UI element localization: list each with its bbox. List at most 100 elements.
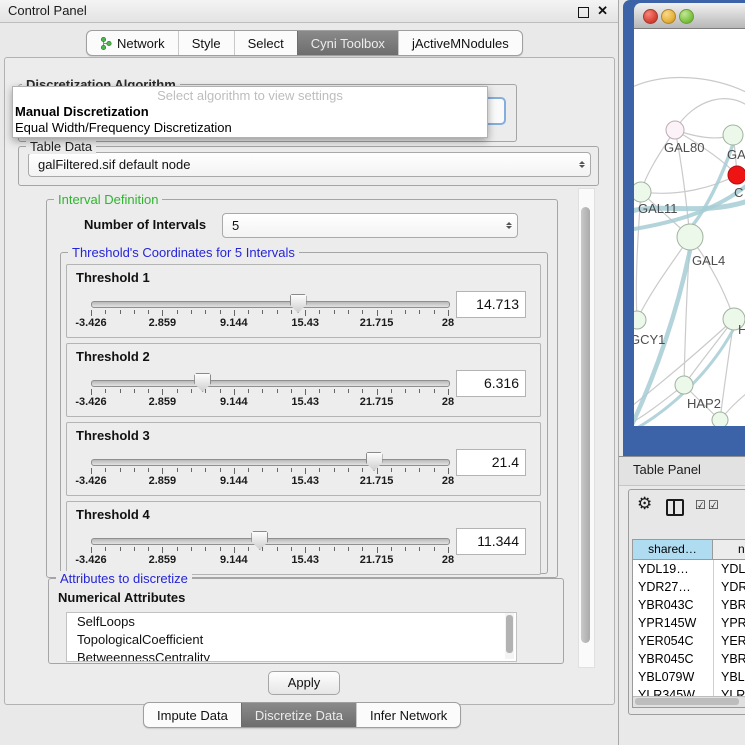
threshold-panel-threshold-2: Threshold 2-3.4262.8599.14415.4321.71528…	[66, 343, 541, 417]
number-of-intervals-label: Number of Intervals	[84, 217, 206, 232]
network-window-titlebar[interactable]	[634, 3, 745, 29]
table-row[interactable]: YBR043C YBR0	[633, 596, 745, 614]
checkbox-icon[interactable]: ☑	[695, 498, 706, 512]
tab-select[interactable]: Select	[234, 31, 297, 55]
network-node[interactable]	[712, 412, 728, 426]
slider-ticks	[91, 389, 448, 396]
tab-discretize-data[interactable]: Discretize Data	[241, 703, 356, 727]
network-node-label: GAL11	[638, 201, 678, 216]
cell-shared-name: YER054C	[638, 632, 694, 650]
popup-placeholder: Select algorithm to view settings	[13, 87, 487, 104]
tab-label: Select	[248, 36, 284, 51]
network-node-hap2[interactable]	[675, 376, 693, 394]
control-panel-titlebar: Control Panel ✕	[0, 0, 618, 23]
node-table: shared… na YDL19…YDL1YDR27…YDR2YBR043CYB…	[632, 539, 745, 708]
table-row[interactable]: YPR145WYPR1	[633, 614, 745, 632]
tab-network[interactable]: Network	[87, 31, 178, 55]
cell-shared-name: YBR043C	[638, 596, 694, 614]
tab-label: Cyni Toolbox	[311, 36, 385, 51]
threshold-value-field[interactable]: 21.4	[456, 449, 526, 476]
threshold-value-field[interactable]: 11.344	[456, 528, 526, 555]
cell-name: YBR0	[721, 650, 745, 668]
float-window-icon[interactable]	[578, 7, 589, 18]
column-layout-icon[interactable]	[666, 499, 684, 516]
network-icon	[100, 36, 112, 51]
close-icon[interactable]: ✕	[597, 3, 608, 19]
apply-button[interactable]: Apply	[268, 671, 340, 695]
network-node-label: C	[734, 185, 743, 200]
tab-style[interactable]: Style	[178, 31, 234, 55]
number-of-intervals-select[interactable]: 5	[222, 213, 518, 238]
tab-label: Discretize Data	[255, 708, 343, 723]
column-header-shared-name[interactable]: shared…	[633, 540, 713, 560]
slider-ticks	[91, 468, 448, 475]
network-node-gcy1[interactable]	[634, 311, 646, 329]
screen: Control Panel ✕ Network Style Select Cyni T…	[0, 0, 745, 745]
attribute-item-topologicalcoefficient[interactable]: TopologicalCoefficient	[67, 631, 516, 649]
threshold-label: Threshold 2	[76, 349, 150, 364]
tab-infer-network[interactable]: Infer Network	[356, 703, 460, 727]
slider-tick-labels: -3.4262.8599.14415.4321.71528	[91, 475, 448, 487]
tab-label: Style	[192, 36, 221, 51]
numerical-attributes-list[interactable]: SelfLoopsTopologicalCoefficientBetweenne…	[66, 612, 517, 662]
checkbox-icon[interactable]: ☑	[708, 498, 719, 512]
panel-vertical-scrollbar[interactable]	[578, 188, 595, 668]
zoom-traffic-light-icon[interactable]	[679, 9, 694, 24]
cell-shared-name: YDL19…	[638, 560, 689, 578]
network-node-label: GCY1	[634, 332, 665, 347]
table-horizontal-scrollbar[interactable]	[633, 696, 745, 707]
slider-track[interactable]	[91, 301, 450, 308]
tab-impute-data[interactable]: Impute Data	[144, 703, 241, 727]
popup-option-manual-discretization[interactable]: Manual Discretization	[13, 104, 487, 120]
network-node-ga[interactable]	[723, 125, 743, 145]
cell-shared-name: YDR27…	[638, 578, 691, 596]
table-row[interactable]: YER054CYER0	[633, 632, 745, 650]
popup-option-equal-width-frequency[interactable]: Equal Width/Frequency Discretization	[13, 120, 487, 136]
network-node-gal80[interactable]	[666, 121, 684, 139]
slider-track[interactable]	[91, 538, 450, 545]
network-view-window: GAL80GACGAL11GAL4GCY1HHAP2	[623, 0, 745, 457]
table-row[interactable]: YDL19…YDL1	[633, 560, 745, 578]
cyni-bottom-tabbar: Impute Data Discretize Data Infer Network	[143, 702, 461, 728]
tab-label: Network	[117, 36, 165, 51]
network-edge	[641, 175, 737, 193]
network-node-gal4[interactable]	[677, 224, 703, 250]
gear-icon[interactable]: ⚙	[637, 494, 652, 514]
tab-cyni-toolbox[interactable]: Cyni Toolbox	[297, 31, 398, 55]
table-data-select[interactable]: galFiltered.sif default node	[28, 152, 591, 177]
attribute-item-betweennesscentrality[interactable]: BetweennessCentrality	[67, 649, 516, 662]
network-edge	[634, 78, 745, 95]
number-of-intervals-value: 5	[223, 218, 501, 233]
network-node-c[interactable]	[728, 166, 745, 184]
attributes-list-scrollbar[interactable]	[505, 613, 514, 659]
slider-track[interactable]	[91, 380, 450, 387]
slider-ticks	[91, 547, 448, 554]
cell-name: YPR1	[721, 614, 745, 632]
tab-label: Infer Network	[370, 708, 447, 723]
attribute-item-selfloops[interactable]: SelfLoops	[67, 613, 516, 631]
table-row[interactable]: YBL079W YBL0	[633, 668, 745, 686]
minimize-traffic-light-icon[interactable]	[661, 9, 676, 24]
window-title: Control Panel	[8, 3, 87, 18]
cell-name: YBR0	[721, 596, 745, 614]
cell-shared-name: YBL079W	[638, 668, 694, 686]
network-canvas[interactable]: GAL80GACGAL11GAL4GCY1HHAP2	[634, 29, 745, 426]
tab-jactivemnodules[interactable]: jActiveMNodules	[398, 31, 522, 55]
cell-name: YBL0	[721, 668, 745, 686]
combo-arrows-icon	[501, 222, 517, 229]
threshold-value-field[interactable]: 6.316	[456, 370, 526, 397]
slider-ticks	[91, 310, 448, 317]
interval-definition-title: Interval Definition	[54, 192, 162, 207]
table-row[interactable]: YBR045CYBR0	[633, 650, 745, 668]
slider-track[interactable]	[91, 459, 450, 466]
network-node-label: GAL4	[692, 253, 725, 268]
tab-label: Impute Data	[157, 708, 228, 723]
close-traffic-light-icon[interactable]	[643, 9, 658, 24]
network-node-label: GAL80	[664, 140, 704, 155]
threshold-panel-threshold-1: Threshold 1-3.4262.8599.14415.4321.71528…	[66, 264, 541, 338]
column-header-name[interactable]: na	[713, 540, 745, 560]
threshold-value-field[interactable]: 14.713	[456, 291, 526, 318]
network-node-gal11[interactable]	[634, 182, 651, 202]
table-row[interactable]: YDR27…YDR2	[633, 578, 745, 596]
thresholds-group-title: Threshold's Coordinates for 5 Intervals	[68, 245, 299, 260]
